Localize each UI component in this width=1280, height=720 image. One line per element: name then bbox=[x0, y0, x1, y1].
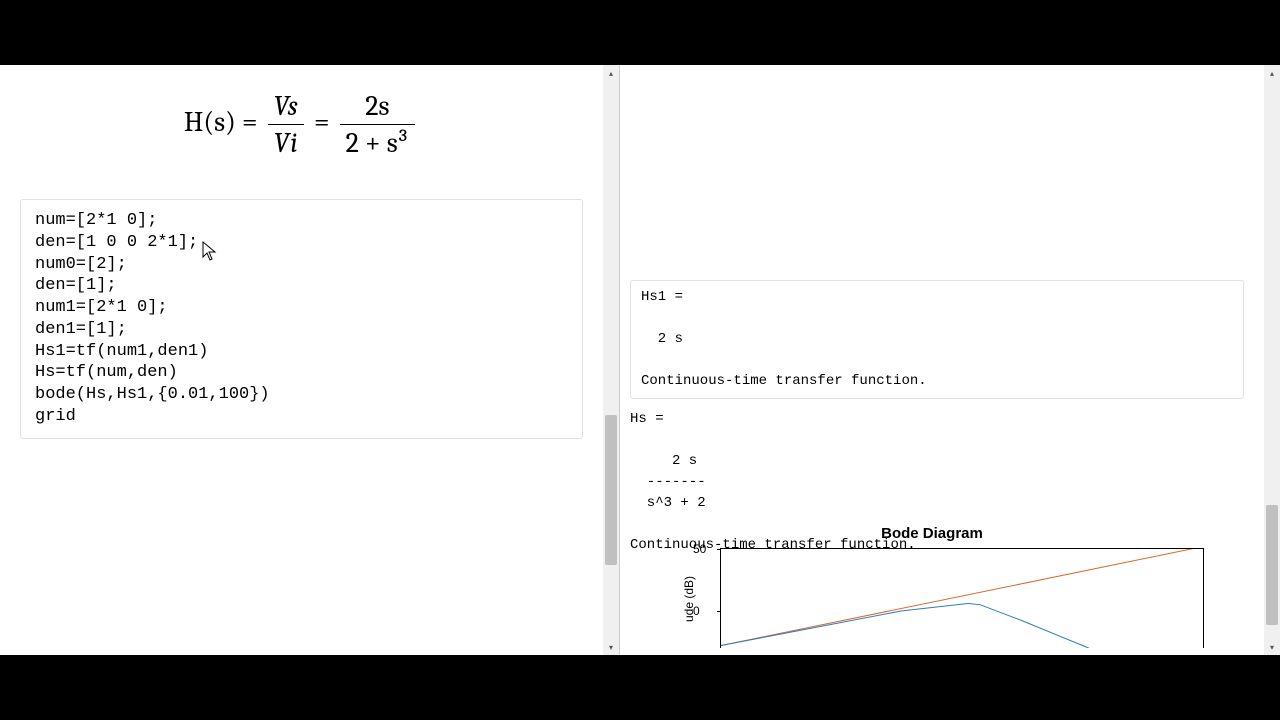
code-line: num0=[2]; bbox=[35, 255, 127, 274]
code-line: Hs=tf(num,den) bbox=[35, 363, 178, 382]
equation-frac2: 2s 2 + s³ bbox=[340, 90, 415, 159]
code-line: num=[2*1 0]; bbox=[35, 211, 157, 230]
frac1-den: Vi bbox=[274, 127, 298, 159]
bode-chart: Bode Diagram ude (dB) 50 0 bbox=[660, 525, 1204, 655]
ytick-50: 50 bbox=[693, 542, 706, 556]
scroll-up-icon[interactable]: ▴ bbox=[1264, 65, 1280, 81]
letterbox-top bbox=[0, 0, 1280, 65]
right-scroll-thumb[interactable] bbox=[1266, 505, 1278, 625]
chart-plot-area: ude (dB) 50 0 bbox=[720, 548, 1204, 648]
left-scroll-area: H(s) = Vs Vi = 2s 2 + s³ num=[2*1 0]; de… bbox=[0, 65, 603, 655]
code-editor[interactable]: num=[2*1 0]; den=[1 0 0 2*1]; num0=[2]; … bbox=[20, 199, 583, 439]
equation-lhs: H(s) bbox=[184, 106, 236, 138]
equation-frac1: Vs Vi bbox=[268, 90, 304, 159]
code-line: den=[1 0 0 2*1]; bbox=[35, 233, 198, 252]
frac1-num: Vs bbox=[274, 90, 298, 122]
right-scroll-area: Hs1 = 2 s Continuous-time transfer funct… bbox=[620, 65, 1264, 655]
scroll-up-icon[interactable]: ▴ bbox=[603, 65, 619, 81]
chart-title: Bode Diagram bbox=[660, 525, 1204, 542]
ytick-0: 0 bbox=[693, 604, 700, 618]
frac2-num: 2s bbox=[340, 90, 415, 125]
main-content: H(s) = Vs Vi = 2s 2 + s³ num=[2*1 0]; de… bbox=[0, 65, 1280, 655]
right-scrollbar[interactable]: ▴ ▾ bbox=[1264, 65, 1280, 655]
right-pane: Hs1 = 2 s Continuous-time transfer funct… bbox=[620, 65, 1280, 655]
frac2-den: 2 + s³ bbox=[340, 125, 415, 159]
code-line: grid bbox=[35, 407, 76, 426]
left-scrollbar[interactable]: ▴ ▾ bbox=[603, 65, 619, 655]
scroll-down-icon[interactable]: ▾ bbox=[1264, 639, 1280, 655]
code-line: den1=[1]; bbox=[35, 320, 127, 339]
left-pane: H(s) = Vs Vi = 2s 2 + s³ num=[2*1 0]; de… bbox=[0, 65, 620, 655]
transfer-function-equation: H(s) = Vs Vi = 2s 2 + s³ bbox=[0, 90, 603, 159]
letterbox-bottom bbox=[0, 655, 1280, 720]
code-line: num1=[2*1 0]; bbox=[35, 298, 168, 317]
code-line: Hs1=tf(num1,den1) bbox=[35, 342, 208, 361]
output-block-hs1: Hs1 = 2 s Continuous-time transfer funct… bbox=[630, 280, 1244, 399]
chart-lines bbox=[721, 549, 1203, 648]
left-scroll-thumb[interactable] bbox=[605, 415, 617, 565]
scroll-down-icon[interactable]: ▾ bbox=[603, 639, 619, 655]
code-line: bode(Hs,Hs1,{0.01,100}) bbox=[35, 385, 270, 404]
code-line: den=[1]; bbox=[35, 276, 117, 295]
